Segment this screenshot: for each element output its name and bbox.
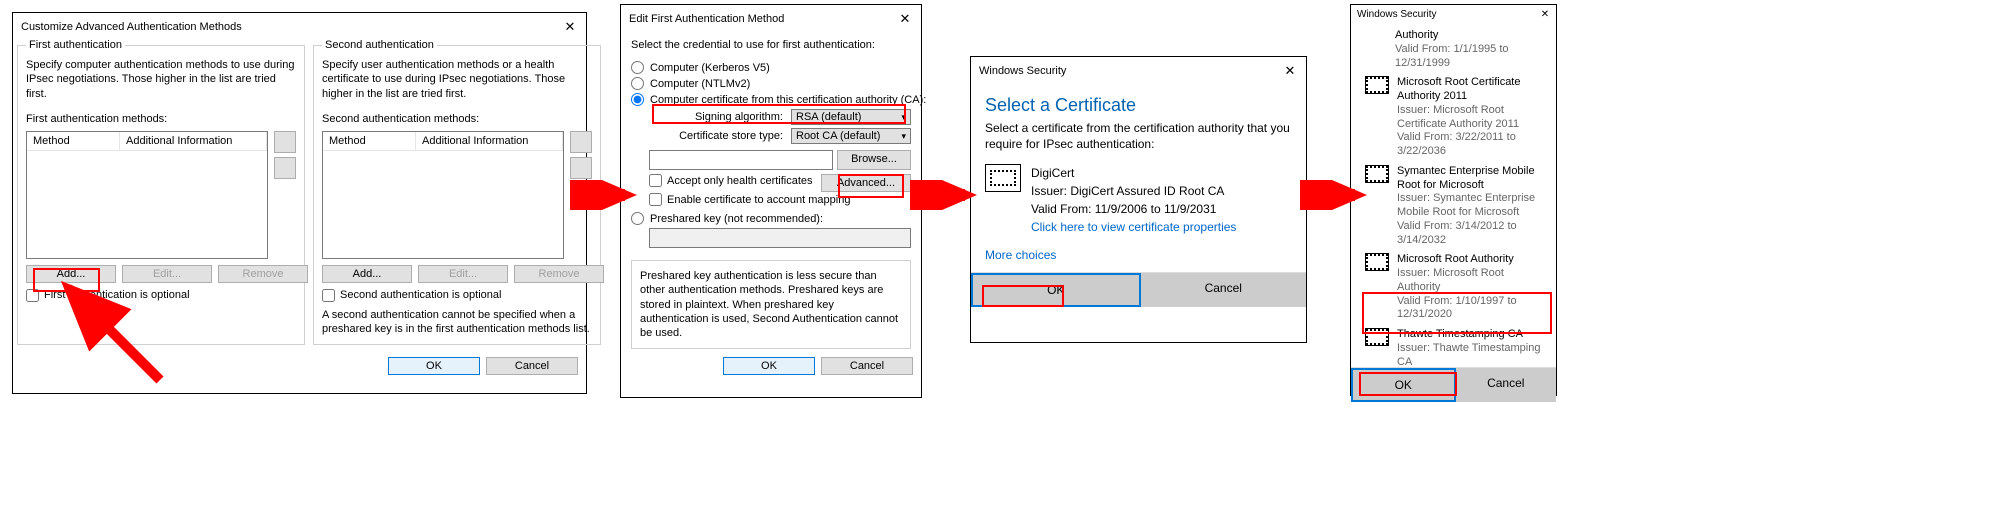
col-method: Method	[323, 132, 416, 151]
dialog-title: Edit First Authentication Method	[629, 13, 784, 25]
cert-name: Microsoft Root Authority	[1397, 253, 1542, 267]
radio-cert[interactable]: Computer certificate from this certifica…	[631, 93, 911, 106]
desc: Select a certificate from the certificat…	[985, 120, 1292, 152]
titlebar: Customize Advanced Authentication Method…	[13, 13, 586, 41]
cancel-button[interactable]: Cancel	[1456, 368, 1557, 402]
close-icon[interactable]: ✕	[558, 17, 582, 37]
cert-item[interactable]: DigiCert Issuer: DigiCert Assured ID Roo…	[985, 164, 1292, 236]
certificate-icon	[1365, 328, 1389, 346]
first-methods-table[interactable]: Method Additional Information	[26, 131, 268, 259]
cert-name: Authority	[1395, 29, 1542, 43]
more-choices-link[interactable]: More choices	[985, 248, 1292, 262]
edit-button[interactable]: Edit...	[418, 265, 508, 283]
cert-valid: Valid From: 1/1/1995 to 12/31/1999	[1395, 43, 1542, 71]
add-button[interactable]: Add...	[322, 265, 412, 283]
certificate-icon	[985, 164, 1021, 192]
cert-list-item[interactable]: Symantec Enterprise Mobile Root for Micr…	[1365, 165, 1542, 248]
second-auth-group: Second authentication Specify user authe…	[313, 45, 601, 345]
cert-list-item[interactable]: Microsoft Root Certificate Authority 201…	[1365, 76, 1542, 159]
cert-name: DigiCert	[1031, 164, 1236, 182]
cert-list-item[interactable]: Thawte Timestamping CAIssuer: Thawte Tim…	[1365, 328, 1542, 367]
radio-kerberos[interactable]: Computer (Kerberos V5)	[631, 61, 911, 74]
cert-valid: Valid From: 3/22/2011 to 3/22/2036	[1397, 131, 1542, 159]
cert-name: Symantec Enterprise Mobile Root for Micr…	[1397, 165, 1542, 193]
ok-button[interactable]: OK	[1351, 368, 1456, 402]
signing-combo[interactable]: RSA (default)	[791, 109, 911, 125]
titlebar: Windows Security ✕	[971, 57, 1306, 85]
ca-input[interactable]	[649, 150, 833, 170]
close-icon[interactable]: ✕	[1278, 61, 1302, 81]
col-info: Additional Information	[120, 132, 267, 151]
cancel-button[interactable]: Cancel	[486, 357, 578, 375]
enable-mapping-checkbox[interactable]: Enable certificate to account mapping	[649, 193, 911, 206]
first-auth-group: First authentication Specify computer au…	[17, 45, 305, 345]
store-combo[interactable]: Root CA (default)	[791, 128, 911, 144]
remove-button[interactable]: Remove	[514, 265, 604, 283]
store-label: Certificate store type:	[631, 130, 791, 142]
first-optional-checkbox[interactable]: First authentication is optional	[26, 289, 296, 302]
add-button[interactable]: Add...	[26, 265, 116, 283]
edit-button[interactable]: Edit...	[122, 265, 212, 283]
certificate-icon	[1365, 253, 1389, 271]
second-methods-table[interactable]: Method Additional Information	[322, 131, 564, 259]
cert-issuer: Issuer: DigiCert Assured ID Root CA	[1031, 182, 1236, 200]
cert-name: Thawte Timestamping CA	[1397, 328, 1542, 342]
signing-label: Signing algorithm:	[631, 111, 791, 123]
cert-valid: Valid From: 11/9/2006 to 11/9/2031	[1031, 200, 1236, 218]
preshared-input	[649, 228, 911, 248]
second-note: A second authentication cannot be specif…	[322, 308, 592, 337]
ok-button[interactable]: OK	[388, 357, 480, 375]
cert-issuer: Issuer: Microsoft Root Authority	[1397, 267, 1542, 295]
cert-issuer: Issuer: Symantec Enterprise Mobile Root …	[1397, 192, 1542, 220]
group-label: Second authentication	[322, 39, 437, 51]
edit-first-auth-dialog: Edit First Authentication Method ✕ Selec…	[620, 4, 922, 398]
certificate-icon	[1365, 76, 1389, 94]
cert-list-item[interactable]: AuthorityValid From: 1/1/1995 to 12/31/1…	[1395, 29, 1542, 70]
preshared-note: Preshared key authentication is less sec…	[631, 260, 911, 349]
titlebar: Edit First Authentication Method ✕	[621, 5, 921, 33]
close-icon[interactable]: ✕	[1536, 7, 1554, 21]
cancel-button[interactable]: Cancel	[1141, 273, 1307, 307]
group-desc: Specify user authentication methods or a…	[322, 58, 592, 101]
customize-auth-dialog: Customize Advanced Authentication Method…	[12, 12, 587, 394]
remove-button[interactable]: Remove	[218, 265, 308, 283]
cert-list-item[interactable]: Microsoft Root AuthorityIssuer: Microsof…	[1365, 253, 1542, 322]
group-desc: Specify computer authentication methods …	[26, 58, 296, 101]
cert-issuer: Issuer: Microsoft Root Certificate Autho…	[1397, 104, 1542, 132]
list-label: Second authentication methods:	[322, 113, 592, 125]
cert-list-dialog: Windows Security ✕ AuthorityValid From: …	[1350, 4, 1557, 396]
cert-issuer: Issuer: Thawte Timestamping CA	[1397, 342, 1542, 367]
ok-button[interactable]: OK	[971, 273, 1141, 307]
second-optional-checkbox[interactable]: Second authentication is optional	[322, 289, 592, 302]
move-up-button[interactable]	[274, 131, 296, 153]
heading: Select a Certificate	[985, 95, 1292, 116]
advanced-button[interactable]: Advanced...	[821, 174, 911, 192]
move-down-button[interactable]	[274, 157, 296, 179]
move-up-button[interactable]	[570, 131, 592, 153]
cancel-button[interactable]: Cancel	[821, 357, 913, 375]
radio-ntlm[interactable]: Computer (NTLMv2)	[631, 77, 911, 90]
dialog-title: Customize Advanced Authentication Method…	[21, 21, 242, 33]
browse-button[interactable]: Browse...	[837, 150, 911, 170]
cert-name: Microsoft Root Certificate Authority 201…	[1397, 76, 1542, 104]
certificate-icon	[1365, 165, 1389, 183]
list-label: First authentication methods:	[26, 113, 296, 125]
view-properties-link[interactable]: Click here to view certificate propertie…	[1031, 218, 1236, 236]
cert-valid: Valid From: 1/10/1997 to 12/31/2020	[1397, 295, 1542, 323]
radio-preshared[interactable]: Preshared key (not recommended):	[631, 212, 911, 225]
ok-button[interactable]: OK	[723, 357, 815, 375]
move-down-button[interactable]	[570, 157, 592, 179]
select-cert-dialog: Windows Security ✕ Select a Certificate …	[970, 56, 1307, 343]
dialog-title: Windows Security	[1357, 9, 1436, 20]
prompt: Select the credential to use for first a…	[631, 39, 911, 51]
dialog-title: Windows Security	[979, 65, 1066, 77]
cert-valid: Valid From: 3/14/2012 to 3/14/2032	[1397, 220, 1542, 248]
group-label: First authentication	[26, 39, 125, 51]
col-method: Method	[27, 132, 120, 151]
col-info: Additional Information	[416, 132, 563, 151]
close-icon[interactable]: ✕	[893, 9, 917, 29]
titlebar: Windows Security ✕	[1351, 5, 1556, 23]
